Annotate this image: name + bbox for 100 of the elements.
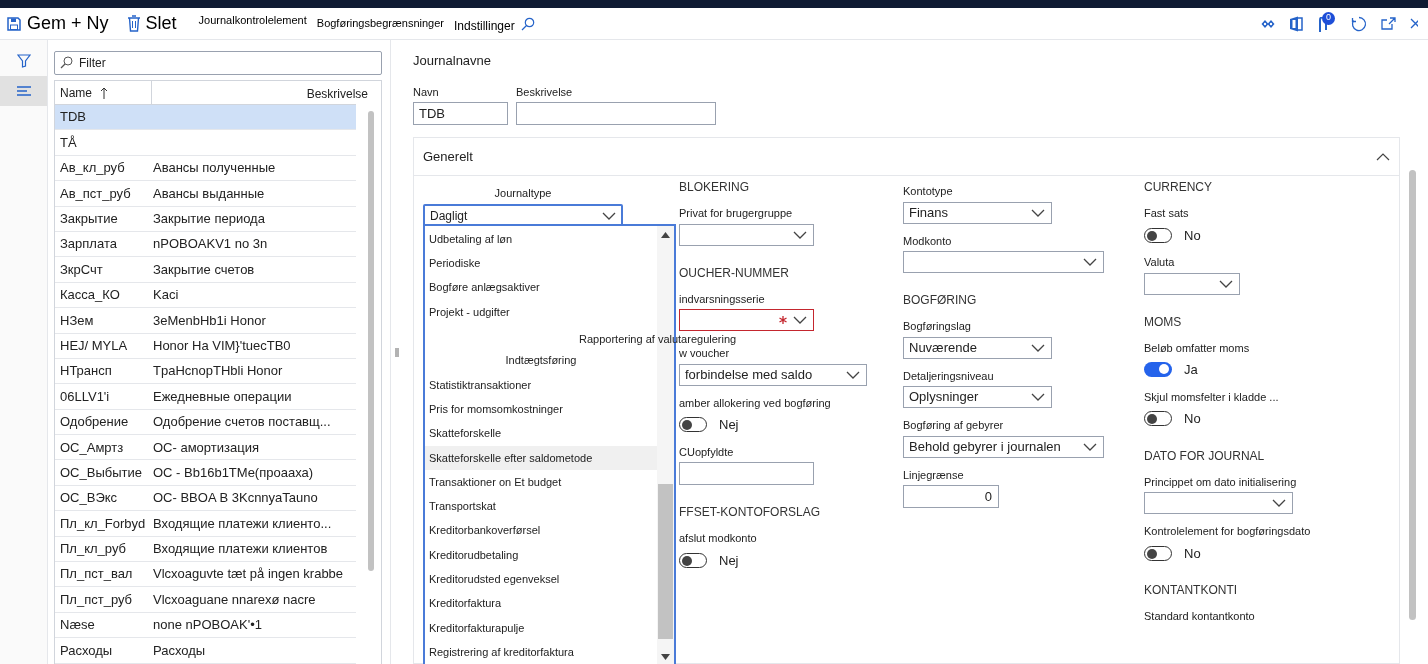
select-field[interactable] <box>679 223 814 246</box>
list-row[interactable]: Зарплата nPOBOAKV1 no 3n <box>55 231 356 258</box>
section-heading: BOGFØRING <box>903 292 978 309</box>
list-view-button[interactable] <box>0 76 47 106</box>
paperclip-icon <box>1317 16 1329 33</box>
dropdown-option[interactable]: Projekt - udgifter <box>425 299 657 325</box>
search-button[interactable] <box>520 16 535 31</box>
field-label: w voucher <box>679 346 731 361</box>
list-row[interactable]: Næse none nPOBOAK'•1 <box>55 612 356 639</box>
dropdown-option[interactable]: Pris for momsomkostninger <box>425 397 657 422</box>
dropdown-option[interactable]: Skatteforskelle <box>425 421 657 446</box>
toggle-value: No <box>1184 226 1201 245</box>
toggle-value: Nej <box>719 551 739 570</box>
select-field[interactable]: Finans <box>903 201 1052 224</box>
list-row[interactable]: HEJ/ MYLA Honor Ha VIM}'tuecTB0 <box>55 333 356 359</box>
search-icon <box>60 56 73 69</box>
dropdown-option[interactable]: Kreditorudsted egenveksel <box>425 567 657 592</box>
list-row[interactable]: Пл_кл_Forbyd Входящие платежи клиенто... <box>55 511 356 537</box>
list-row[interactable]: Ав_пст_руб Авансы выданные <box>55 181 356 207</box>
toolbar-tab[interactable]: Indstillinger <box>454 16 515 35</box>
list-row[interactable]: ОС_Амртз ОС- амортизация <box>55 435 356 461</box>
list-row[interactable]: TDB <box>55 105 356 131</box>
splitter-grip-icon[interactable] <box>394 347 399 357</box>
field-label: Linjegrænse <box>903 467 965 483</box>
section-heading: BLOKERING <box>679 179 751 196</box>
select-field[interactable]: Nuværende <box>903 336 1052 359</box>
list-row[interactable]: Закрытие Закрытие периода <box>55 206 356 232</box>
list-row[interactable]: Касса_КО Kaci <box>55 282 356 309</box>
field-label: amber allokering ved bogføring <box>679 395 832 411</box>
dropdown-option[interactable]: Transaktioner on Et budget <box>425 469 657 495</box>
list-row[interactable]: 06LLV1'i Ежедневные операции <box>55 384 356 410</box>
column-header[interactable]: Name <box>60 83 92 102</box>
toggle-switch[interactable] <box>1144 227 1172 243</box>
filter-icon <box>16 54 31 68</box>
toggle-switch[interactable] <box>1144 411 1172 427</box>
input-field[interactable] <box>679 462 814 485</box>
toolbar-tab[interactable]: Bogføringsbegrænsninger <box>316 15 444 32</box>
chevron-up-icon <box>1376 152 1390 161</box>
dropdown-option[interactable]: Skatteforskelle efter saldometode <box>425 445 657 470</box>
dropdown-option[interactable]: Statistiktransaktioner <box>425 372 657 398</box>
scrollbar-thumb[interactable] <box>658 484 673 639</box>
select-field[interactable] <box>903 251 1104 273</box>
list-row[interactable]: ЗкрСчт Закрытие счетов <box>55 257 356 283</box>
dropdown-option[interactable]: Registrering af kreditorfaktura <box>425 640 657 664</box>
filter-field[interactable]: Filter <box>54 51 382 75</box>
toggle-switch[interactable] <box>1144 545 1172 561</box>
field-label: Beskrivelse <box>516 84 574 100</box>
dropdown-option[interactable]: Indtægtsføring <box>425 348 657 373</box>
popout-icon[interactable] <box>1381 17 1396 30</box>
list-row[interactable]: TÅ <box>55 130 356 156</box>
toggle-switch[interactable] <box>679 552 707 568</box>
list-row[interactable]: ОС_Выбытие OC - Bb16b1TMe(проааха) <box>55 460 356 486</box>
list-row[interactable]: Одобрение Одобрение счетов поставщ... <box>55 409 356 436</box>
chevron-down-icon <box>1219 279 1233 288</box>
select-field[interactable]: Behold gebyrer i journalen <box>903 435 1104 458</box>
attachments-button[interactable]: 0 <box>1317 14 1337 33</box>
office-icon[interactable] <box>1289 15 1303 32</box>
input-field[interactable]: 0 <box>903 485 999 508</box>
dropdown-option[interactable]: Transportskat <box>425 494 657 519</box>
dropdown-option[interactable]: Udbetaling af løn <box>425 227 657 252</box>
list-row[interactable]: Пл_пст_вал Vlcxoaguvte tæt på ingen krabbe <box>55 562 356 588</box>
scrollbar-thumb[interactable] <box>368 111 374 571</box>
dropdown-option[interactable]: Bogføre anlægsaktiver <box>425 275 657 300</box>
field-label: Bogføringslag <box>903 319 972 334</box>
delete-button[interactable]: Slet <box>126 10 177 37</box>
select-field[interactable]: forbindelse med saldo <box>679 363 867 386</box>
refresh-icon[interactable] <box>1351 15 1367 32</box>
field-label: Kontrolelement for bogføringsdato <box>1144 524 1312 539</box>
toggle-switch[interactable] <box>679 417 707 433</box>
name-field[interactable]: TDB <box>413 102 508 125</box>
section-heading: MOMS <box>1144 313 1183 331</box>
select-field[interactable] <box>1144 492 1293 514</box>
list-row[interactable]: НЗем 3eMenbHb1i Honor <box>55 308 356 334</box>
list-row[interactable]: Ав_кл_руб Авансы полученные <box>55 155 356 182</box>
dropdown-option[interactable]: Kreditorudbetaling <box>425 542 657 568</box>
dropdown-option[interactable]: Kreditorfakturapulje <box>425 615 657 641</box>
toolbar-tab[interactable]: Journalkontrolelement <box>198 12 307 29</box>
section-heading: FFSET-KONTOFORSLAG <box>679 504 822 521</box>
list-row[interactable]: ОС_ВЭкс ОС- BBOA B 3KcnnyaTauno <box>55 485 356 512</box>
diamonds-icon[interactable] <box>1261 18 1275 29</box>
select-field[interactable]: Oplysninger <box>903 386 1052 408</box>
save-new-button[interactable]: Gem + Ny <box>6 10 109 37</box>
select-field[interactable] <box>1144 272 1240 295</box>
scroll-down-icon[interactable] <box>661 654 670 660</box>
description-field[interactable] <box>516 102 716 125</box>
dropdown-option[interactable]: Kreditorfaktura <box>425 591 657 616</box>
dropdown-option[interactable]: Kreditorbankoverførsel <box>425 518 657 543</box>
dropdown-option[interactable]: Periodiske <box>425 251 657 276</box>
scroll-up-icon[interactable] <box>661 232 670 238</box>
toggle-switch[interactable] <box>1144 362 1172 378</box>
toggle-value: No <box>1184 544 1201 563</box>
close-icon[interactable] <box>1410 17 1418 30</box>
save-icon <box>6 15 22 32</box>
list-row[interactable]: Пл_кл_руб Входящие платежи клиентов <box>55 536 356 563</box>
list-row[interactable]: Расходы Расходы <box>55 638 356 664</box>
select-field[interactable] <box>679 309 814 331</box>
section-header[interactable]: Generelt <box>414 138 1399 176</box>
list-row[interactable]: НТрансп TpaHcnopTHbli Honor <box>55 358 356 385</box>
scrollbar-thumb[interactable] <box>1409 170 1416 620</box>
list-row[interactable]: Пл_пст_руб Vlcxoaguane nnarexø nacre <box>55 587 356 613</box>
